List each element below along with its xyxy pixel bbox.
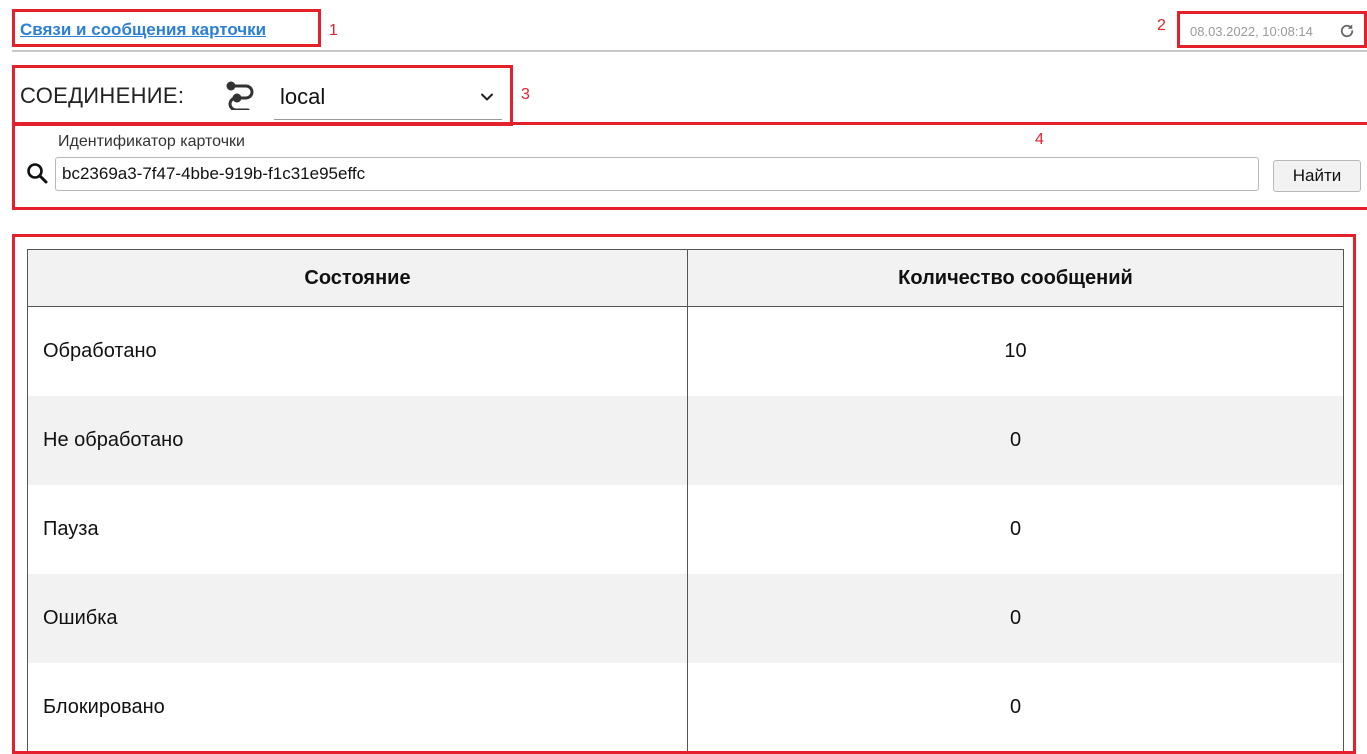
- annotation-marker-2: 2: [1157, 17, 1166, 35]
- annotation-marker-3: 3: [521, 86, 530, 104]
- annotation-box-3: [12, 65, 513, 126]
- header-divider: [12, 50, 1367, 52]
- annotation-marker-1: 1: [329, 22, 338, 40]
- annotation-box-4: [12, 122, 1367, 210]
- annotation-box-2: [1177, 11, 1367, 48]
- annotation-box-1: [12, 9, 321, 47]
- annotation-box-table: [12, 234, 1356, 754]
- annotation-marker-4: 4: [1035, 131, 1044, 149]
